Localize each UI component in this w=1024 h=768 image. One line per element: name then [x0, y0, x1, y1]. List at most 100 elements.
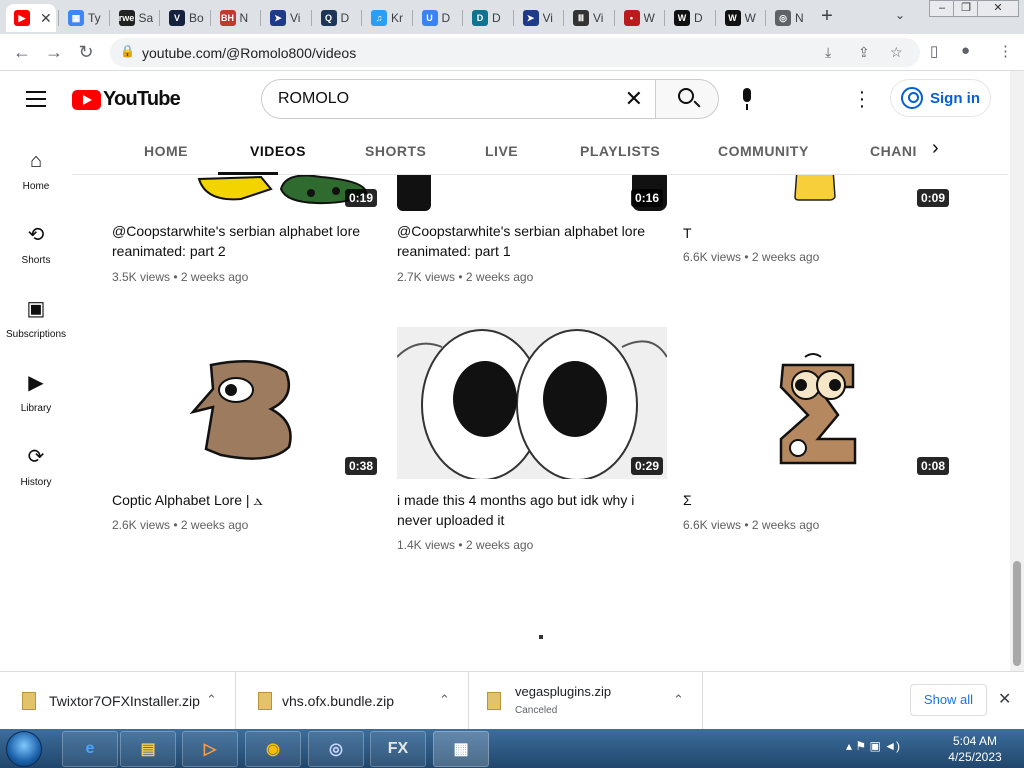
globe-icon: ◎ — [775, 10, 791, 26]
back-icon[interactable]: ← — [10, 40, 34, 64]
tab-home[interactable]: HOME — [144, 143, 188, 159]
browser-tab[interactable]: rwe Sa — [111, 4, 159, 32]
search-button[interactable] — [655, 79, 719, 119]
search-input[interactable]: ROMOLO ✕ — [261, 79, 656, 119]
tab-chani[interactable]: CHANI — [870, 143, 917, 159]
browser-tab[interactable]: ▶ ✕ — [6, 4, 56, 32]
nav-item-label: Subscriptions — [5, 329, 67, 340]
share-icon[interactable]: ⇪ — [858, 44, 870, 61]
system-tray[interactable]: ▴ ⚑ ▣ ◄) — [846, 739, 900, 753]
chevron-up-icon[interactable]: ⌃ — [439, 692, 450, 708]
nav-item-history[interactable]: ⟳ History — [0, 445, 72, 488]
video-thumbnail[interactable]: 0:16 — [397, 175, 667, 211]
video-title[interactable]: T — [683, 223, 933, 243]
scrollbar-thumb[interactable] — [1013, 561, 1021, 666]
browser-tab[interactable]: ➤ Vi — [262, 4, 310, 32]
browser-tab[interactable]: V Bo — [161, 4, 209, 32]
video-title[interactable]: @Coopstarwhite's serbian alphabet lore r… — [397, 221, 647, 261]
video-title[interactable]: Coptic Alphabet Lore | ⲇ — [112, 490, 362, 510]
tab-separator — [209, 10, 211, 26]
home-icon: ⌂ — [29, 150, 43, 172]
youtube-logo[interactable]: YouTube — [72, 88, 181, 111]
chevron-right-icon[interactable]: › — [932, 137, 939, 160]
explorer-icon[interactable]: ▤ — [120, 731, 176, 767]
search-query[interactable]: ROMOLO — [278, 90, 349, 108]
side-panel-icon[interactable]: ▯ — [930, 42, 938, 60]
chrome-icon[interactable]: ◉ — [245, 731, 301, 767]
minimize-button[interactable]: – — [929, 0, 955, 17]
hamburger-menu-icon[interactable] — [26, 91, 46, 112]
video-meta: 6.6K views • 2 weeks ago — [683, 250, 820, 264]
video-title[interactable]: i made this 4 months ago but idk why i n… — [397, 490, 647, 530]
new-tab-button[interactable]: + — [815, 5, 839, 29]
browser-tab[interactable]: ◎ N — [767, 4, 815, 32]
menu-kebab-icon[interactable]: ⋮ — [998, 42, 1013, 60]
clear-search-icon[interactable]: ✕ — [625, 86, 643, 112]
close-window-button[interactable]: ✕ — [977, 0, 1019, 17]
sign-in-button[interactable]: Sign in — [890, 79, 991, 117]
tab-live[interactable]: LIVE — [485, 143, 518, 159]
chevron-up-icon[interactable]: ⌃ — [206, 692, 217, 708]
forward-icon[interactable]: → — [42, 40, 66, 64]
chevron-up-icon[interactable]: ⌃ — [673, 692, 684, 708]
browser-tab[interactable]: DD — [464, 4, 512, 32]
clock[interactable]: 5:04 AM 4/25/2023 — [945, 733, 1005, 765]
settings-kebab-icon[interactable]: · · · — [858, 82, 866, 116]
fx-icon[interactable]: FX — [370, 731, 426, 767]
bookmark-star-icon[interactable]: ☆ — [890, 44, 903, 61]
install-icon[interactable]: ⤓ — [825, 44, 831, 61]
video-title[interactable]: @Coopstarwhite's serbian alphabet lore r… — [112, 221, 362, 261]
nav-item-shorts[interactable]: ⟲ Shorts — [0, 223, 72, 266]
video-thumbnail[interactable]: 0:09 — [683, 175, 953, 211]
ie-icon[interactable]: e — [62, 731, 118, 767]
nav-item-home[interactable]: ⌂ Home — [0, 149, 72, 192]
browser-tab[interactable]: WD — [666, 4, 714, 32]
tab-playlists[interactable]: PLAYLISTS — [580, 143, 660, 159]
tab-videos[interactable]: VIDEOS — [250, 143, 306, 159]
start-button[interactable] — [6, 731, 42, 767]
thumbnail-art — [397, 327, 667, 479]
show-all-button[interactable]: Show all — [910, 684, 987, 716]
download-item[interactable]: vhs.ofx.bundle.zip ⌃ — [236, 672, 469, 730]
browser-tab[interactable]: BH N — [212, 4, 260, 32]
video-title[interactable]: Σ — [683, 490, 933, 510]
browser-tab[interactable]: ♫ Kr — [363, 4, 411, 32]
magnifier-icon[interactable]: ◎ — [308, 731, 364, 767]
tab-community[interactable]: COMMUNITY — [718, 143, 809, 159]
close-icon[interactable]: ✕ — [40, 10, 52, 27]
browser-tab[interactable]: QD — [313, 4, 361, 32]
museum-icon: Ⅲ — [573, 10, 589, 26]
address-bar[interactable]: 🔒 youtube.com/@Romolo800/videos ⤓ ⇪ ☆ — [110, 38, 920, 67]
nav-item-library[interactable]: ▶ Library — [0, 371, 72, 414]
browser-tab[interactable]: Ⅲ Vi — [565, 4, 613, 32]
browser-tab[interactable]: ▦ Ty — [60, 4, 108, 32]
history-icon: ⟳ — [27, 446, 45, 468]
tab-search-icon[interactable]: ⌄ — [895, 8, 905, 22]
profile-icon[interactable]: ● — [961, 42, 970, 59]
tab-separator — [664, 10, 665, 26]
video-duration: 0:08 — [916, 457, 949, 475]
tab-title: N — [795, 11, 804, 25]
nav-item-subscriptions[interactable]: ▣ Subscriptions — [0, 297, 72, 340]
voice-search-icon[interactable] — [735, 87, 759, 111]
close-shelf-icon[interactable]: ✕ — [998, 689, 1011, 709]
download-item[interactable]: vegasplugins.zip Canceled ⌃ — [469, 672, 703, 730]
video-thumbnail[interactable]: 0:08 — [683, 327, 953, 479]
video-thumbnail[interactable]: 0:38 — [111, 327, 381, 479]
page-scrollbar[interactable] — [1010, 71, 1024, 671]
video-thumbnail[interactable]: 0:19 — [111, 175, 381, 211]
browser-tab[interactable]: WW — [717, 4, 765, 32]
lock-icon[interactable]: 🔒 — [120, 44, 135, 58]
browser-tab[interactable]: ➤ Vi — [515, 4, 563, 32]
download-item[interactable]: Twixtor7OFXInstaller.zip ⌃ — [0, 672, 236, 730]
clock-time: 5:04 AM — [952, 734, 998, 748]
tab-shorts[interactable]: SHORTS — [365, 143, 426, 159]
reload-icon[interactable]: ↻ — [74, 40, 98, 64]
film-icon[interactable]: ▦ — [433, 731, 489, 767]
tab-title: D — [694, 11, 703, 25]
video-thumbnail[interactable]: 0:29 — [397, 327, 667, 479]
media-icon[interactable]: ▷ — [182, 731, 238, 767]
browser-tab[interactable]: UD — [414, 4, 462, 32]
browser-tab[interactable]: • W — [616, 4, 664, 32]
maximize-button[interactable]: ❐ — [953, 0, 979, 17]
